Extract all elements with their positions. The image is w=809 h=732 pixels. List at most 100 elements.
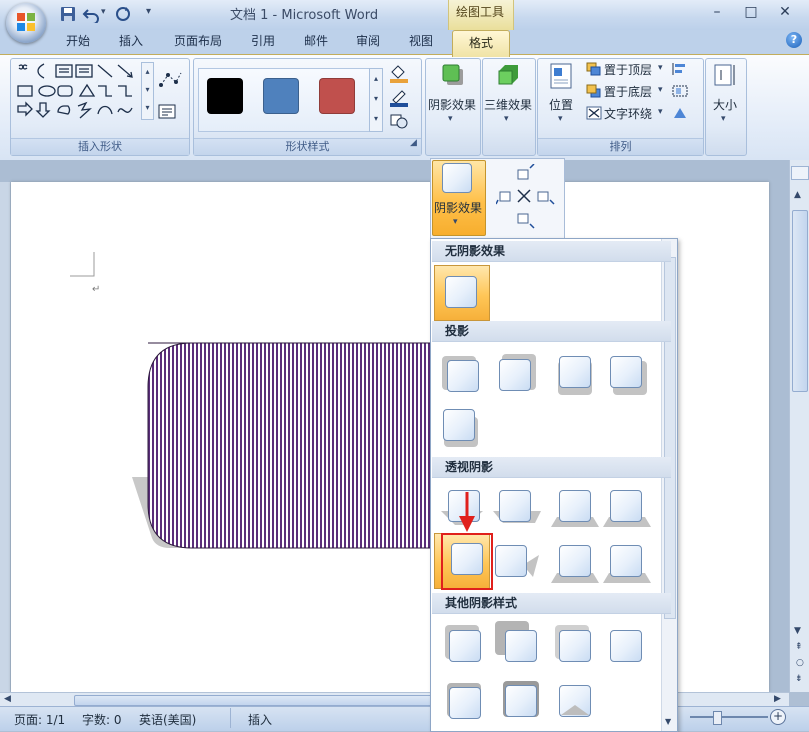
drop-shadow-option-1[interactable] — [447, 360, 479, 392]
no-shadow-section-header: 无阴影效果 — [432, 241, 671, 262]
other-shadow-7-inner-shadow — [561, 705, 589, 715]
shape-styles-scroll[interactable]: ▴ ▾ ▾ — [369, 68, 383, 132]
shapes-gallery[interactable] — [16, 62, 144, 122]
align-icon[interactable] — [671, 62, 689, 76]
perspective-shadow-option-2[interactable] — [499, 490, 531, 522]
undo-dropdown-icon[interactable]: ▾ — [101, 7, 106, 17]
vertical-scrollbar[interactable]: ▲ ▼ ⇞ ○ ⇟ — [789, 160, 809, 692]
zoom-in-icon[interactable]: + — [770, 709, 786, 725]
group-icon[interactable] — [671, 84, 689, 98]
tab-page-layout[interactable]: 页面布局 — [166, 30, 230, 54]
tab-insert[interactable]: 插入 — [111, 30, 151, 54]
shadow-effects-dropdown-icon: ▾ — [448, 114, 453, 124]
language-indicator[interactable]: 英语(美国) — [139, 711, 196, 728]
vertical-ruler — [0, 182, 10, 692]
zoom-slider[interactable] — [690, 716, 768, 718]
drop-shadow-option-3[interactable] — [559, 356, 591, 388]
size-dropdown-icon: ▾ — [721, 114, 726, 124]
shadow-popup-dropdown-icon: ▾ — [453, 217, 458, 227]
office-button[interactable] — [6, 3, 46, 43]
shape-fill-icon[interactable] — [388, 64, 410, 84]
send-to-back-label[interactable]: 置于底层 — [604, 83, 652, 100]
position-label[interactable]: 位置 — [540, 96, 582, 113]
gallery-scroll-down-icon[interactable]: ▼ — [665, 717, 671, 726]
drop-shadow-option-5[interactable] — [443, 409, 475, 441]
other-shadow-option-5[interactable] — [449, 687, 481, 719]
status-divider — [230, 708, 231, 728]
edit-shape-icon[interactable] — [158, 70, 184, 90]
perspective-shadow-option-8[interactable] — [610, 545, 642, 577]
send-to-back-icon — [586, 84, 601, 98]
help-icon[interactable]: ? — [786, 32, 802, 48]
tab-review[interactable]: 审阅 — [348, 30, 388, 54]
perspective-shadow-option-3[interactable] — [559, 490, 591, 522]
shadow-gallery: ▲ ▼ 无阴影效果 投影 透视阴影 其他阴影样式 — [430, 238, 678, 732]
scroll-down-icon[interactable]: ▼ — [794, 626, 801, 636]
save-icon[interactable] — [60, 5, 76, 23]
bring-to-front-label[interactable]: 置于顶层 — [604, 61, 652, 78]
other-shadow-option-4[interactable] — [610, 630, 642, 662]
text-wrapping-dropdown-icon[interactable]: ▾ — [658, 107, 663, 117]
redo-icon[interactable] — [114, 5, 132, 23]
scroll-up-icon[interactable]: ▲ — [794, 190, 801, 200]
shapes-gallery-scroll[interactable]: ▴ ▾ ▾ — [141, 62, 154, 120]
close-button[interactable]: ✕ — [772, 2, 798, 22]
tab-references[interactable]: 引用 — [243, 30, 283, 54]
3d-effects-label[interactable]: 三维效果 — [482, 96, 534, 113]
other-shadow-option-3[interactable] — [559, 630, 591, 662]
office-logo-icon — [17, 13, 35, 31]
scroll-right-icon[interactable]: ▶ — [774, 694, 781, 704]
text-wrapping-label[interactable]: 文字环绕 — [604, 105, 652, 122]
send-to-back-dropdown-icon[interactable]: ▾ — [658, 85, 663, 95]
insert-mode-indicator[interactable]: 插入 — [248, 711, 272, 728]
vertical-scroll-thumb[interactable] — [792, 210, 808, 392]
bring-to-front-dropdown-icon[interactable]: ▾ — [658, 63, 663, 73]
tab-mailings[interactable]: 邮件 — [296, 30, 336, 54]
drop-shadow-option-4[interactable] — [610, 356, 642, 388]
shape-style-blue[interactable] — [263, 78, 299, 114]
next-page-icon[interactable]: ⇟ — [795, 674, 803, 684]
shape-styles-launcher-icon[interactable]: ◢ — [410, 138, 417, 148]
tab-view[interactable]: 视图 — [401, 30, 441, 54]
other-shadow-option-2[interactable] — [505, 630, 537, 662]
minimize-button[interactable]: – — [704, 2, 730, 22]
perspective-shadow-option-6[interactable] — [495, 545, 527, 577]
position-dropdown-icon: ▾ — [558, 114, 563, 124]
undo-icon[interactable] — [82, 5, 100, 23]
other-shadow-option-6[interactable] — [505, 685, 537, 717]
previous-page-icon[interactable]: ⇞ — [795, 642, 803, 652]
word-count[interactable]: 字数: 0 — [82, 711, 122, 728]
3d-effects-icon — [498, 65, 518, 85]
perspective-shadow-option-7[interactable] — [559, 545, 591, 577]
change-shape-icon[interactable] — [388, 112, 410, 130]
rotate-icon[interactable] — [671, 106, 689, 120]
contextual-tab-group-label: 绘图工具 — [455, 5, 504, 19]
size-label[interactable]: 大小 — [705, 96, 745, 113]
tab-home[interactable]: 开始 — [58, 30, 98, 54]
page-count[interactable]: 页面: 1/1 — [14, 711, 65, 728]
gallery-scroll-thumb[interactable] — [664, 257, 676, 619]
horizontal-scroll-thumb[interactable] — [74, 695, 436, 706]
ruler-toggle-icon[interactable] — [791, 166, 809, 180]
gallery-scrollbar[interactable]: ▲ ▼ — [661, 239, 677, 731]
nudge-shadow-controls[interactable] — [496, 164, 558, 232]
perspective-shadow-section-header: 透视阴影 — [432, 457, 671, 478]
rounded-rectangle-shape[interactable] — [52, 340, 432, 552]
shape-style-red[interactable] — [319, 78, 355, 114]
other-shadow-option-1[interactable] — [449, 630, 481, 662]
scroll-left-icon[interactable]: ◀ — [4, 694, 11, 704]
text-box-icon[interactable] — [158, 104, 176, 120]
shadow-effects-button-icon — [442, 163, 472, 193]
position-icon — [550, 63, 572, 89]
perspective-shadow-option-4[interactable] — [610, 490, 642, 522]
maximize-button[interactable]: □ — [738, 2, 764, 22]
shadow-effects-label[interactable]: 阴影效果 — [425, 96, 479, 113]
customize-quick-access-icon[interactable]: ▾ — [146, 6, 151, 17]
tab-format[interactable]: 格式 — [452, 30, 510, 57]
shape-style-black[interactable] — [207, 78, 243, 114]
shape-outline-icon[interactable] — [388, 88, 410, 108]
select-browse-object-icon[interactable]: ○ — [796, 658, 804, 668]
drop-shadow-option-2[interactable] — [499, 359, 531, 391]
margin-corner-mark — [70, 252, 95, 277]
zoom-slider-handle[interactable] — [713, 711, 722, 725]
